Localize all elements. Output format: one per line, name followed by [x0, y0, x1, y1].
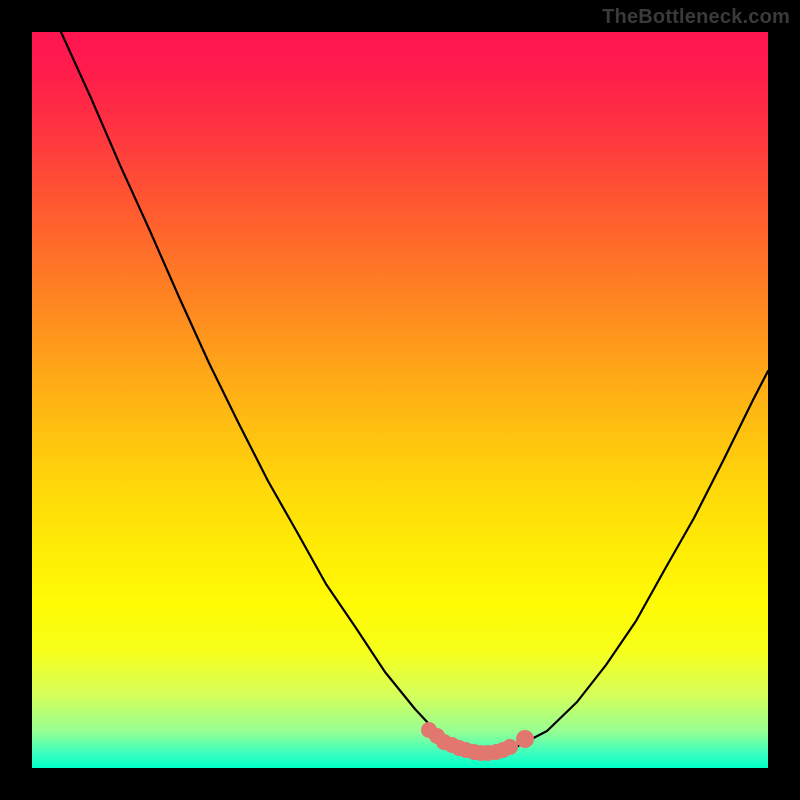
sweet-spot-markers	[421, 722, 534, 761]
chart-frame: TheBottleneck.com	[0, 0, 800, 800]
bottleneck-curve	[61, 32, 768, 753]
curve-svg	[32, 32, 768, 768]
watermark-text: TheBottleneck.com	[602, 6, 790, 29]
plot-area	[32, 32, 768, 768]
